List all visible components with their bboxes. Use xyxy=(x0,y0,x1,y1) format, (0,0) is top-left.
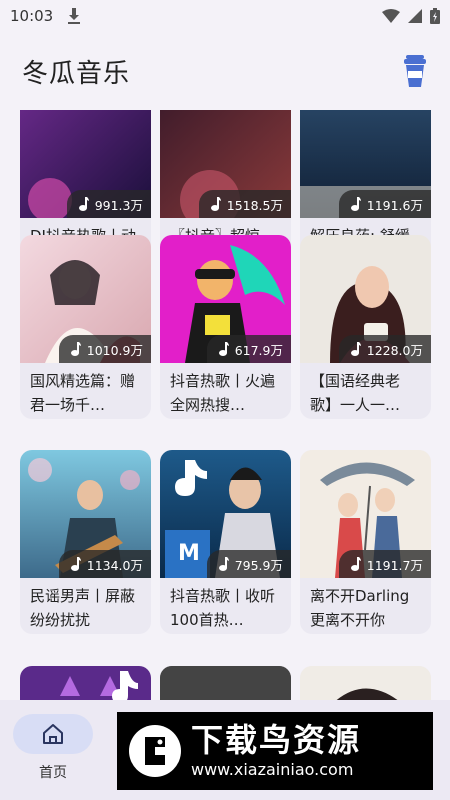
music-note-icon xyxy=(210,197,221,211)
playlist-title: 抖音热歌丨火遍全网热搜… xyxy=(170,372,276,414)
playlist-card[interactable]: 1228.0万 【国语经典老歌】一人一… xyxy=(300,235,431,419)
play-count-badge: 1010.9万 xyxy=(58,335,151,363)
play-count-badge: 617.9万 xyxy=(206,335,291,363)
nav-home[interactable]: 首页 xyxy=(13,714,93,786)
playlist-cover: 991.3万 xyxy=(20,110,151,218)
bird-logo-icon xyxy=(129,725,181,777)
playlist-title: 国风精选篇：赠君一场千… xyxy=(30,372,136,414)
app-title: 冬瓜音乐 xyxy=(22,58,131,89)
status-bar: 10:03 xyxy=(0,0,450,32)
watermark-url: www.xiazainiao.com xyxy=(191,760,354,779)
cup-icon[interactable] xyxy=(402,54,428,88)
playlist-card[interactable]: 1134.0万 民谣男声丨屏蔽纷纷扰扰 xyxy=(20,450,151,634)
music-note-icon xyxy=(78,197,89,211)
watermark-banner: 下载鸟资源 www.xiazainiao.com xyxy=(117,712,433,790)
download-icon xyxy=(68,8,81,24)
play-count: 1518.5万 xyxy=(226,197,283,213)
playlist-cover: 1010.9万 xyxy=(20,235,151,363)
playlist-card[interactable] xyxy=(20,666,151,700)
cover-image xyxy=(160,666,291,700)
nav-home-indicator[interactable] xyxy=(13,714,93,754)
play-count: 1010.9万 xyxy=(86,342,143,358)
play-count: 1191.6万 xyxy=(366,197,423,213)
playlist-cover: 1134.0万 xyxy=(20,450,151,578)
play-count-badge: 1134.0万 xyxy=(58,550,151,578)
svg-text:M: M xyxy=(178,541,200,566)
play-count: 1134.0万 xyxy=(86,557,143,573)
play-count-badge: 795.9万 xyxy=(206,550,291,578)
music-note-icon xyxy=(350,342,361,356)
play-count: 1191.7万 xyxy=(366,557,423,573)
play-count: 1228.0万 xyxy=(366,342,423,358)
playlist-card[interactable]: 617.9万 抖音热歌丨火遍全网热搜… xyxy=(160,235,291,419)
playlist-cover: 617.9万 xyxy=(160,235,291,363)
play-count-badge: 1228.0万 xyxy=(338,335,431,363)
music-note-icon xyxy=(218,342,229,356)
playlist-grid: 991.3万 DJ抖音热歌丨动感节奏，… 1518.5万 〖抖音〗超惊艳！网红国… xyxy=(0,110,450,700)
play-count: 991.3万 xyxy=(94,197,143,213)
music-note-icon xyxy=(218,557,229,571)
play-count-badge: 1191.7万 xyxy=(338,550,431,578)
music-note-icon xyxy=(350,557,361,571)
play-count-badge: 1191.6万 xyxy=(338,190,431,218)
nav-home-label[interactable]: 首页 xyxy=(39,762,67,782)
playlist-cover xyxy=(160,666,291,700)
playlist-title: 民谣男声丨屏蔽纷纷扰扰 xyxy=(30,587,136,629)
watermark-title: 下载鸟资源 xyxy=(191,721,362,759)
playlist-cover: 1518.5万 xyxy=(160,110,291,218)
playlist-card[interactable]: M 795.9万 抖音热歌丨收听100首热… xyxy=(160,450,291,634)
play-count: 795.9万 xyxy=(234,557,283,573)
music-note-icon xyxy=(70,342,81,356)
wifi-icon xyxy=(382,9,400,23)
playlist-cover: 1228.0万 xyxy=(300,235,431,363)
cover-image xyxy=(20,666,151,700)
playlist-card[interactable]: 1191.7万 离不开Darling更离不开你 xyxy=(300,450,431,634)
music-note-icon xyxy=(70,557,81,571)
playlist-card[interactable] xyxy=(300,666,431,700)
playlist-cover: 1191.7万 xyxy=(300,450,431,578)
app-bar: 冬瓜音乐 xyxy=(0,32,450,110)
play-count-badge: 1518.5万 xyxy=(198,190,291,218)
music-note-icon xyxy=(350,197,361,211)
playlist-card[interactable]: 1010.9万 国风精选篇：赠君一场千… xyxy=(20,235,151,419)
playlist-title: 离不开Darling更离不开你 xyxy=(310,587,410,629)
playlist-cover xyxy=(20,666,151,700)
status-time: 10:03 xyxy=(10,7,54,25)
playlist-card[interactable] xyxy=(160,666,291,700)
playlist-cover xyxy=(300,666,431,700)
home-icon xyxy=(43,724,63,744)
cover-image xyxy=(300,666,431,700)
play-count: 617.9万 xyxy=(234,342,283,358)
battery-icon xyxy=(430,8,440,24)
playlist-title: 【国语经典老歌】一人一… xyxy=(310,372,401,414)
play-count-badge: 991.3万 xyxy=(66,190,151,218)
playlist-cover: 1191.6万 xyxy=(300,110,431,218)
playlist-cover: M 795.9万 xyxy=(160,450,291,578)
signal-icon xyxy=(408,9,422,23)
playlist-title: 抖音热歌丨收听100首热… xyxy=(170,587,276,629)
